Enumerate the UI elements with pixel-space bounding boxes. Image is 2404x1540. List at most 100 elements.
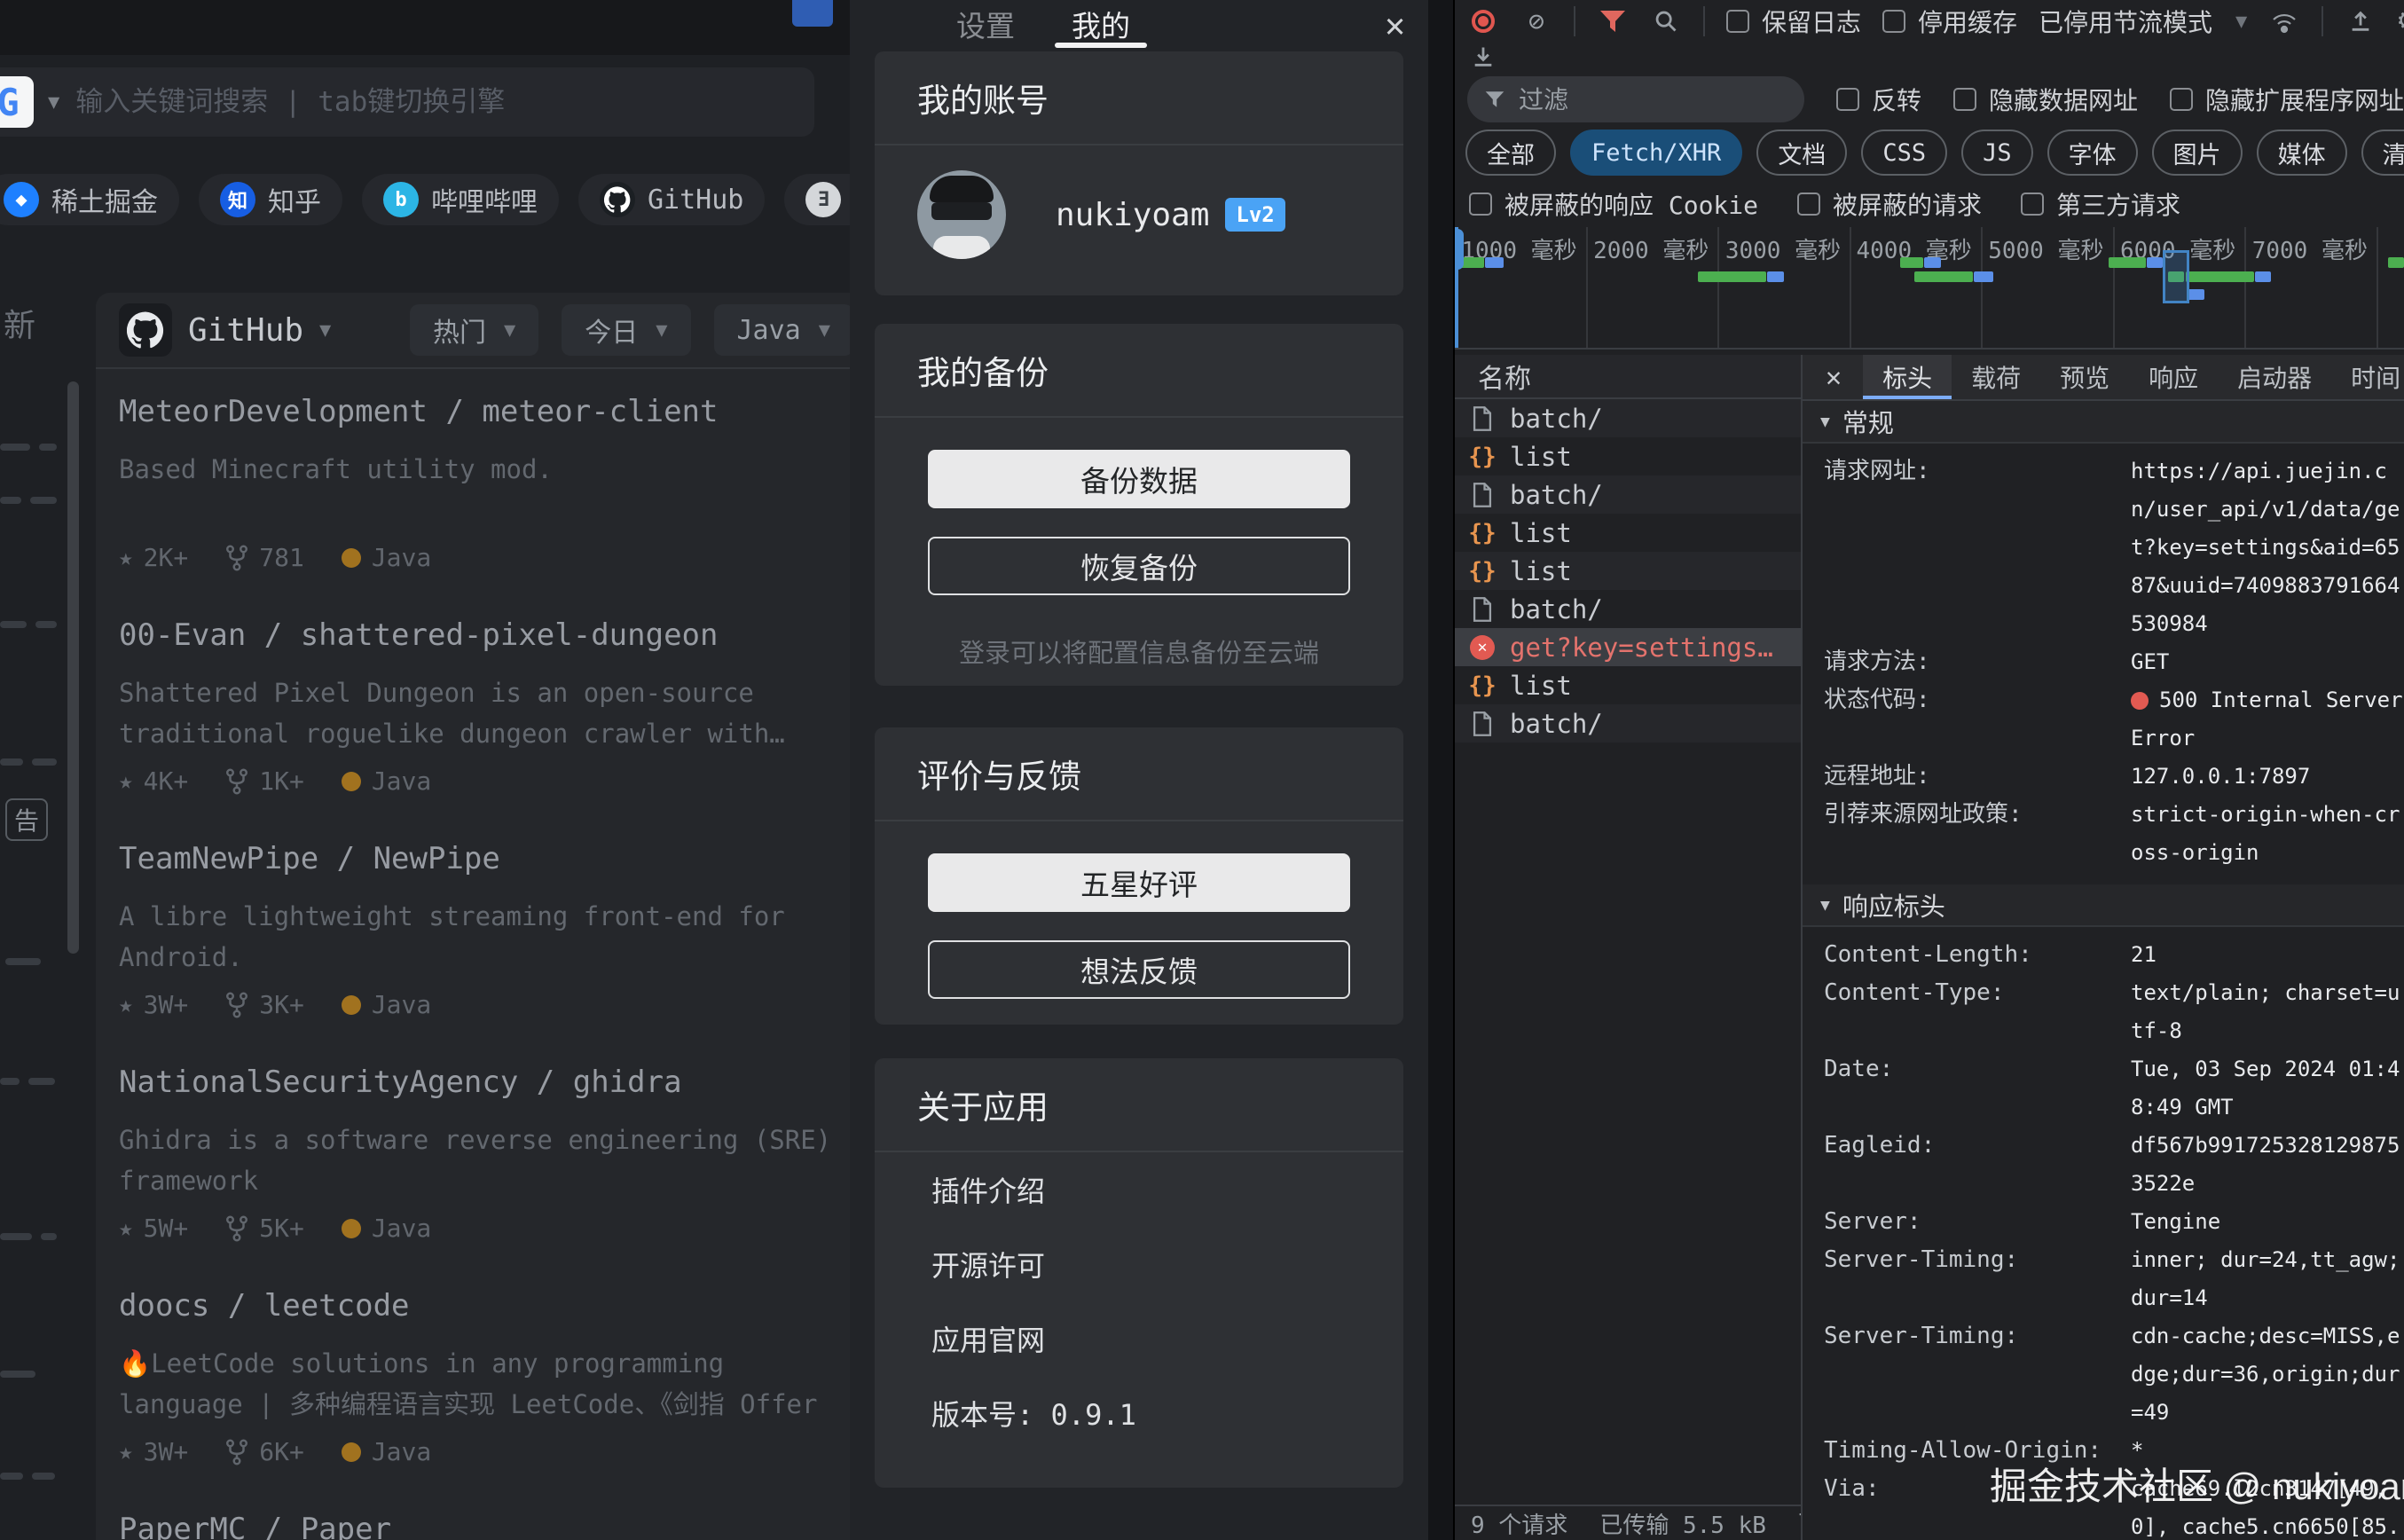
clipped-blue-button[interactable] [792,0,833,27]
request-row[interactable]: {} ✕ batch/ [1455,399,1801,437]
repo-list-item[interactable]: TeamNewPipe / NewPipe A libre lightweigh… [96,839,876,1063]
repo-name-link[interactable]: doocs / leetcode [119,1286,853,1325]
blocked-filter-checkbox[interactable]: 第三方请求 [2021,186,2180,222]
blocked-filter-checkbox[interactable]: 被屏蔽的请求 [1797,186,1982,222]
backup-data-button[interactable]: 备份数据 [928,450,1350,508]
settings-tab[interactable]: 设置 [956,0,1015,48]
star-icon: ★ [119,1215,133,1242]
hide-data-urls-checkbox[interactable]: 隐藏数据网址 [1953,82,2138,117]
restore-backup-button[interactable]: 恢复备份 [928,537,1350,595]
hide-extension-urls-checkbox[interactable]: 隐藏扩展程序网址 [2170,82,2404,117]
record-network-log-button[interactable] [1472,10,1495,33]
request-row[interactable]: {} ✕ list [1455,666,1801,704]
feed-filter-dropdown[interactable]: Java ▼ [714,304,854,356]
repo-name-link[interactable]: TeamNewPipe / NewPipe [119,839,853,878]
about-list-item[interactable]: 插件介绍 [875,1152,1403,1227]
truncated-content [0,1371,35,1378]
repo-name-link[interactable]: NationalSecurityAgency / ghidra [119,1063,853,1102]
network-overview-timeline[interactable]: 1000 毫秒2000 毫秒3000 毫秒4000 毫秒5000 毫秒6000 … [1455,227,2404,350]
import-har-icon[interactable] [2345,5,2377,37]
header-key: Server-Timing: [1824,1317,2131,1432]
request-type-chip[interactable]: 字体 [2047,130,2138,176]
request-row[interactable]: {} ✕ list [1455,437,1801,475]
timeline-scrubber-handle[interactable] [1455,229,1464,270]
repo-list-item[interactable]: MeteorDevelopment / meteor-client Based … [96,392,876,616]
timeline-scrubber[interactable] [1455,227,1458,348]
inspector-tab[interactable]: 载荷 [1952,355,2040,399]
feedback-idea-button[interactable]: 想法反馈 [928,940,1350,999]
request-type-chip[interactable]: 媒体 [2257,130,2347,176]
close-icon[interactable]: ✕ [1385,5,1405,44]
checkbox-icon[interactable] [1726,10,1749,33]
repo-name-link[interactable]: 00-Evan / shattered-pixel-dungeon [119,616,853,655]
request-type-chip[interactable]: Fetch/XHR [1570,130,1742,176]
feed-filter-dropdown[interactable]: 今日 ▼ [562,304,690,356]
about-list-item[interactable]: 应用官网 [875,1301,1403,1376]
network-conditions-icon[interactable] [2268,5,2300,37]
star-count: 2K+ [144,543,189,572]
close-icon[interactable]: ✕ [1811,362,1856,393]
request-row[interactable]: {} ✕ list [1455,552,1801,590]
scrollbar-thumb[interactable] [67,381,79,954]
preserve-log-checkbox[interactable]: 保留日志 [1726,4,1861,39]
search-input[interactable] [75,86,797,118]
bookmark-pill[interactable]: ◆ 稀土掘金 [0,174,179,225]
bookmark-pill[interactable]: GitHub [578,174,765,225]
export-har-icon[interactable] [1467,41,1499,73]
chevron-down-icon[interactable]: ▼ [319,319,331,342]
general-section-header[interactable]: ▼ 常规 [1803,401,2404,444]
checkbox-icon[interactable] [2021,192,2044,216]
checkbox-icon[interactable] [2170,88,2193,111]
about-list-item[interactable]: 版本号: 0.9.1 [875,1376,1403,1450]
disable-cache-checkbox[interactable]: 停用缓存 [1882,4,2017,39]
inspector-tab[interactable]: 启动器 [2218,355,2331,399]
inspector-tab[interactable]: 时间 [2331,355,2404,399]
repo-list-item[interactable]: PaperMC / Paper ★ [96,1510,876,1540]
search-icon[interactable] [1650,5,1682,37]
checkbox-icon[interactable] [1882,10,1905,33]
settings-tab[interactable]: 我的 [1072,0,1130,48]
request-row[interactable]: {} ✕ batch/ [1455,475,1801,514]
rate-five-stars-button[interactable]: 五星好评 [928,853,1350,912]
bookmark-pill[interactable]: b 哔哩哔哩 [362,174,559,225]
filter-input[interactable] [1519,85,1767,114]
chevron-down-icon[interactable]: ▼ [48,91,59,114]
repo-list-item[interactable]: doocs / leetcode 🔥LeetCode solutions in … [96,1286,876,1510]
filter-funnel-icon[interactable] [1597,5,1629,37]
gear-icon[interactable]: ⚙ [2399,2,2404,37]
name-column-header[interactable]: 名称 [1455,355,1801,399]
repo-name-link[interactable]: MeteorDevelopment / meteor-client [119,392,853,431]
response-headers-section-header[interactable]: ▼ 响应标头 [1803,884,2404,927]
checkbox-icon[interactable] [1797,192,1820,216]
checkbox-icon[interactable] [1836,88,1859,111]
checkbox-icon[interactable] [1953,88,1976,111]
invert-filter-checkbox[interactable]: 反转 [1836,82,1921,117]
selected-request-highlight[interactable] [2163,250,2189,303]
blocked-filter-checkbox[interactable]: 被屏蔽的响应 Cookie [1469,186,1758,222]
about-list-item[interactable]: 开源许可 [875,1227,1403,1301]
request-type-chip[interactable]: CSS [1861,130,1947,176]
search-bar[interactable]: G ▼ [0,67,814,137]
repo-list-item[interactable]: 00-Evan / shattered-pixel-dungeon Shatte… [96,616,876,839]
repo-name-link[interactable]: PaperMC / Paper [119,1510,853,1540]
checkbox-icon[interactable] [1469,192,1492,216]
clear-network-log-button[interactable]: ⊘ [1520,5,1552,37]
inspector-tab[interactable]: 预览 [2040,355,2129,399]
feed-filter-dropdown[interactable]: 热门 ▼ [410,304,538,356]
request-row[interactable]: {} ✕ list [1455,514,1801,552]
request-type-chip[interactable]: 图片 [2152,130,2243,176]
bookmark-pill[interactable]: 知 知乎 [199,174,342,225]
search-engine-icon[interactable]: G [0,76,34,128]
filter-input-pill[interactable] [1467,76,1804,122]
request-type-chip[interactable]: 清单 [2361,130,2404,176]
request-row[interactable]: {} ✕ batch/ [1455,590,1801,628]
request-row[interactable]: {} ✕ batch/ [1455,704,1801,742]
repo-list-item[interactable]: NationalSecurityAgency / ghidra Ghidra i… [96,1063,876,1286]
inspector-tab[interactable]: 响应 [2129,355,2218,399]
request-row[interactable]: {} ✕ get?key=settings&aid=6587&… [1455,628,1801,666]
throttling-dropdown[interactable]: 已停用节流模式 ▼ [2039,4,2247,39]
request-type-chip[interactable]: JS [1961,130,2033,176]
inspector-tab[interactable]: 标头 [1863,355,1952,399]
request-type-chip[interactable]: 文档 [1756,130,1847,176]
request-type-chip[interactable]: 全部 [1465,130,1556,176]
